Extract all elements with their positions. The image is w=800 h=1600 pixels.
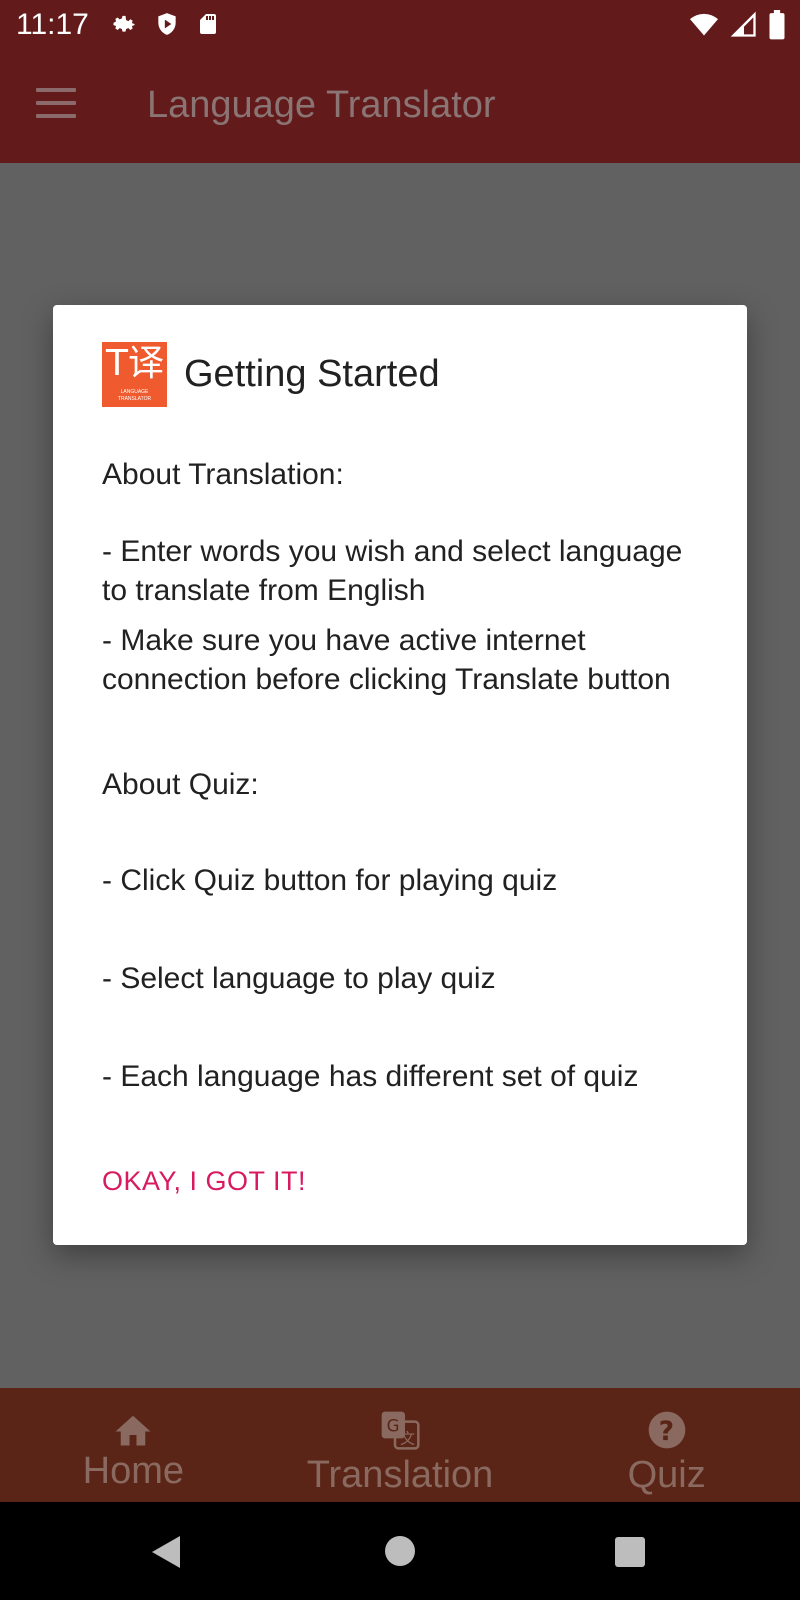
translation-item-2: - Make sure you have active internet con… — [102, 624, 671, 696]
quiz-item-1: - Click Quiz button for playing quiz — [102, 864, 558, 897]
svg-text:G: G — [387, 1417, 400, 1436]
bottom-navigation: Home G文 Translation ? Quiz — [0, 1388, 800, 1502]
settings-icon — [110, 10, 138, 43]
quiz-item-3: - Each language has different set of qui… — [102, 1060, 639, 1093]
quiz-heading: About Quiz: — [102, 768, 259, 801]
translation-item-1: - Enter words you wish and select langua… — [102, 535, 683, 607]
logo-glyph: T译 — [106, 343, 164, 384]
status-bar: 11:17 — [0, 0, 800, 50]
nav-label-quiz: Quiz — [627, 1454, 706, 1496]
home-circle-icon[interactable] — [385, 1536, 415, 1566]
app-logo: T译 LANGUAGE TRANSLATOR — [102, 342, 167, 407]
app-bar: Language Translator — [0, 50, 800, 163]
status-right-icons — [688, 10, 786, 45]
nav-label-translation: Translation — [306, 1454, 494, 1496]
shield-icon — [154, 10, 180, 43]
app-title: Language Translator — [147, 84, 496, 126]
recents-icon[interactable] — [615, 1537, 645, 1567]
status-left-icons — [110, 10, 220, 43]
logo-text-translator: TRANSLATOR — [117, 396, 152, 402]
quiz-item-2: - Select language to play quiz — [102, 962, 496, 995]
wifi-icon — [688, 11, 720, 44]
dialog-header: T译 LANGUAGE TRANSLATOR Getting Started — [102, 342, 440, 407]
battery-icon — [768, 10, 786, 45]
nav-item-translation[interactable]: G文 Translation — [267, 1388, 534, 1502]
cell-signal-icon — [730, 11, 758, 44]
home-icon — [112, 1410, 154, 1451]
nav-item-quiz[interactable]: ? Quiz — [533, 1388, 800, 1502]
svg-text:文: 文 — [400, 1429, 415, 1447]
help-circle-icon: ? — [646, 1410, 688, 1455]
sd-card-icon — [196, 10, 220, 43]
translation-heading: About Translation: — [102, 458, 344, 491]
dialog-title: Getting Started — [184, 353, 440, 395]
status-time: 11:17 — [16, 8, 89, 41]
svg-text:?: ? — [658, 1416, 673, 1447]
back-icon[interactable] — [152, 1536, 180, 1568]
nav-item-home[interactable]: Home — [0, 1388, 267, 1502]
logo-text-language: LANGUAGE — [120, 389, 149, 395]
getting-started-dialog: T译 LANGUAGE TRANSLATOR Getting Started A… — [53, 305, 747, 1245]
system-navigation-bar — [0, 1502, 800, 1600]
menu-icon[interactable] — [36, 88, 76, 122]
okay-got-it-button[interactable]: OKAY, I GOT IT! — [102, 1166, 306, 1197]
nav-label-home: Home — [82, 1450, 185, 1492]
translate-icon: G文 — [378, 1410, 422, 1455]
